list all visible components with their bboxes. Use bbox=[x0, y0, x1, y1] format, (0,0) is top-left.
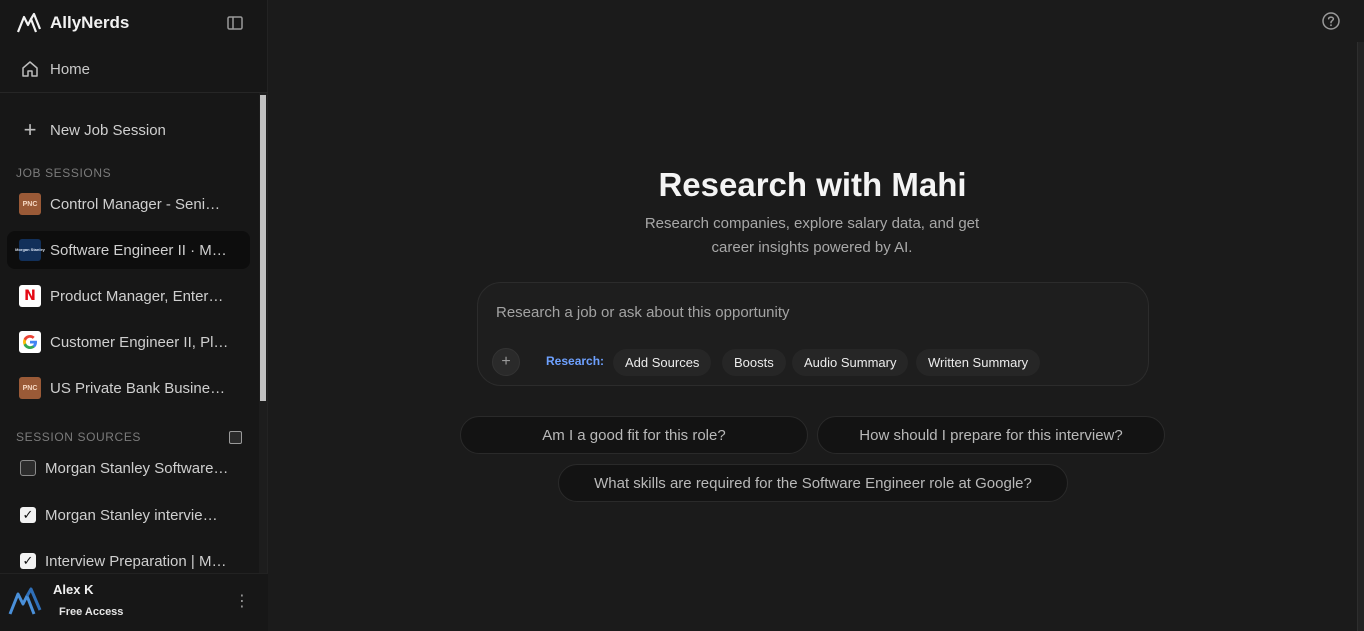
research-composer: Research a job or ask about this opportu… bbox=[477, 282, 1149, 386]
scrollbar-thumb[interactable] bbox=[260, 95, 266, 401]
subtitle-line: Research companies, explore salary data,… bbox=[644, 215, 980, 232]
google-icon bbox=[19, 331, 41, 353]
audio-summary-chip[interactable]: Audio Summary bbox=[792, 349, 909, 376]
source-label: Morgan Stanley intervie… bbox=[45, 506, 218, 524]
job-session-label: US Private Bank Busines… bbox=[50, 379, 232, 397]
help-icon[interactable] bbox=[1321, 11, 1341, 31]
research-label: Research: bbox=[546, 354, 605, 368]
research-input[interactable]: Research a job or ask about this opportu… bbox=[496, 304, 790, 321]
user-avatar bbox=[8, 587, 42, 615]
source-item[interactable]: Morgan Stanley Software… bbox=[20, 455, 242, 481]
sidebar-scrollbar[interactable] bbox=[259, 93, 267, 573]
subtitle-line: career insights powered by AI. bbox=[711, 239, 913, 256]
sidebar-toggle-icon[interactable] bbox=[226, 14, 244, 32]
user-profile[interactable]: Alex K Free Access ⋮ bbox=[0, 573, 268, 631]
add-sources-chip[interactable]: Add Sources bbox=[613, 349, 712, 376]
nav-home[interactable]: Home bbox=[8, 52, 258, 86]
select-all-sources-checkbox[interactable] bbox=[229, 431, 242, 444]
app-window: AllyNerds Home + New Job Session JOB SES… bbox=[0, 0, 1364, 631]
new-job-session-label: New Job Session bbox=[50, 121, 166, 139]
source-item[interactable]: ✓ Interview Preparation | M… bbox=[20, 548, 242, 573]
source-checkbox-checked[interactable]: ✓ bbox=[20, 507, 36, 523]
more-options-icon[interactable]: ⋮ bbox=[234, 592, 250, 612]
boosts-chip[interactable]: Boosts bbox=[722, 349, 786, 376]
brand-name: AllyNerds bbox=[50, 13, 130, 32]
brand[interactable]: AllyNerds bbox=[16, 10, 129, 36]
job-session-item[interactable]: Customer Engineer II, Pl… bbox=[7, 323, 250, 361]
job-session-item-active[interactable]: Morgan Stanley Software Engineer II · Mo… bbox=[7, 231, 250, 269]
sidebar: AllyNerds Home + New Job Session JOB SES… bbox=[0, 0, 268, 631]
attach-plus-button[interactable]: + bbox=[492, 348, 520, 376]
job-sessions-heading: JOB SESSIONS bbox=[16, 166, 112, 180]
written-summary-chip[interactable]: Written Summary bbox=[916, 349, 1041, 376]
plus-icon: + bbox=[23, 117, 37, 142]
new-job-session-button[interactable]: + New Job Session bbox=[8, 113, 250, 147]
suggestion-button[interactable]: How should I prepare for this interview? bbox=[817, 416, 1165, 454]
page-scrollbar[interactable] bbox=[1357, 42, 1364, 631]
job-session-label: Control Manager - Seni… bbox=[50, 195, 221, 213]
nav-home-label: Home bbox=[50, 60, 91, 78]
allynerds-logo-icon bbox=[16, 12, 42, 33]
morgan-stanley-logo-icon: Morgan Stanley bbox=[15, 239, 45, 261]
home-icon bbox=[22, 61, 38, 77]
netflix-logo-icon: N bbox=[19, 285, 41, 307]
source-checkbox[interactable] bbox=[20, 460, 36, 476]
job-session-item[interactable]: PNC Control Manager - Seni… bbox=[7, 185, 250, 223]
suggestion-button[interactable]: Am I a good fit for this role? bbox=[460, 416, 808, 454]
job-session-label: Customer Engineer II, Pl… bbox=[50, 333, 229, 351]
suggestion-button[interactable]: What skills are required for the Softwar… bbox=[558, 464, 1068, 502]
source-label: Interview Preparation | M… bbox=[45, 552, 227, 570]
source-label: Morgan Stanley Software… bbox=[45, 459, 229, 477]
source-checkbox-checked[interactable]: ✓ bbox=[20, 553, 36, 569]
page-subtitle: Research companies, explore salary data,… bbox=[612, 212, 1012, 260]
job-session-item[interactable]: N Product Manager, Enter… bbox=[7, 277, 250, 315]
job-session-label: Software Engineer II · Mo… bbox=[50, 241, 232, 259]
page-title: Research with Mahi bbox=[658, 166, 967, 203]
user-name: Alex K bbox=[53, 582, 94, 597]
user-plan: Free Access bbox=[59, 606, 124, 618]
sidebar-scroll-area: + New Job Session JOB SESSIONS PNC Contr… bbox=[0, 93, 268, 573]
pnc-logo-icon: PNC bbox=[19, 193, 41, 215]
source-item[interactable]: ✓ Morgan Stanley intervie… bbox=[20, 502, 242, 528]
main-content: Research with Mahi Research companies, e… bbox=[268, 0, 1364, 631]
pnc-logo-icon: PNC bbox=[19, 377, 41, 399]
job-session-label: Product Manager, Enter… bbox=[50, 287, 224, 305]
session-sources-heading: SESSION SOURCES bbox=[16, 430, 142, 444]
job-session-item[interactable]: PNC US Private Bank Busines… bbox=[7, 369, 250, 407]
